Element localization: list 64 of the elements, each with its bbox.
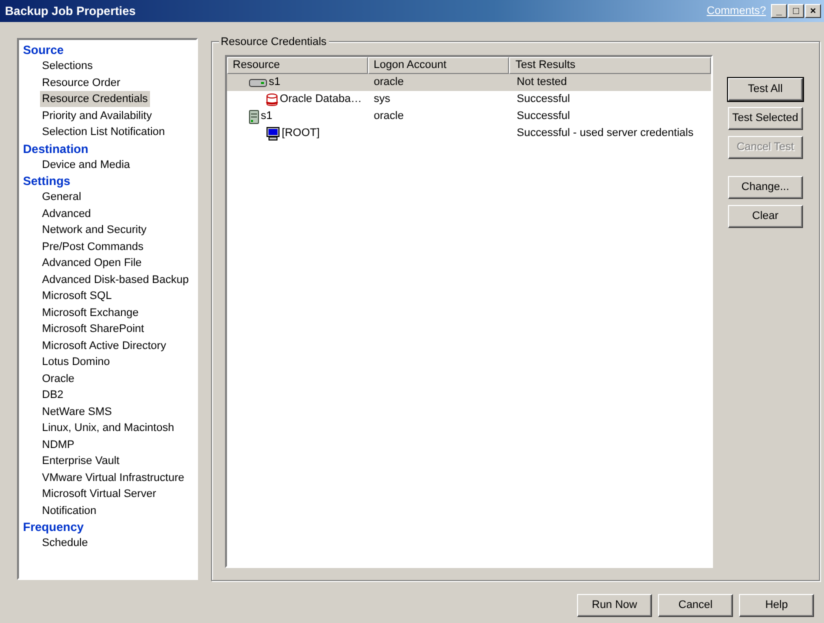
logon-account: oracle — [374, 110, 404, 122]
sidebar-item[interactable]: Lotus Domino — [40, 354, 112, 370]
run-now-button[interactable]: Run Now — [577, 594, 652, 617]
action-button[interactable]: Clear — [728, 205, 803, 228]
test-result: Successful — [516, 110, 570, 122]
sidebar-section-title: Source — [23, 42, 65, 58]
resource-name: s1 — [268, 75, 280, 90]
sidebar-item[interactable]: Enterprise Vault — [40, 453, 122, 469]
sidebar-item[interactable]: Microsoft SQL — [40, 288, 114, 304]
sidebar-item[interactable]: Microsoft Virtual Server — [40, 486, 158, 502]
sidebar-item[interactable]: Advanced Disk-based Backup — [40, 272, 191, 288]
logon-account: oracle — [374, 76, 404, 88]
sidebar-section-title: Frequency — [23, 519, 85, 535]
database-icon — [266, 92, 278, 106]
sidebar-item[interactable]: DB2 — [40, 387, 66, 403]
action-button[interactable]: Test All — [728, 78, 803, 101]
test-result: Not tested — [516, 76, 567, 88]
sidebar-item[interactable]: Schedule — [40, 535, 90, 551]
sidebar-section-title: Destination — [23, 140, 90, 156]
sidebar-item[interactable]: Device and Media — [40, 156, 132, 172]
resource-name: Oracle Databa… — [280, 92, 362, 107]
logon-account: sys — [374, 93, 390, 105]
computer-icon — [266, 126, 280, 140]
sidebar-item[interactable]: Microsoft Exchange — [40, 304, 141, 320]
sidebar-item[interactable]: Advanced Open File — [40, 255, 144, 271]
maximize-button[interactable]: □ — [788, 4, 804, 18]
help-button[interactable]: Help — [739, 594, 814, 617]
window-title: Backup Job Properties — [5, 3, 137, 20]
action-button[interactable]: Change... — [728, 176, 803, 199]
sidebar-item[interactable]: Microsoft SharePoint — [40, 321, 146, 337]
test-result: Successful — [516, 93, 570, 105]
sidebar-section-title: Settings — [23, 173, 72, 189]
sidebar-item[interactable]: Resource Order — [40, 74, 122, 90]
sidebar-item[interactable]: Oracle — [40, 370, 76, 386]
close-button[interactable]: × — [805, 4, 821, 18]
column-header[interactable]: Test Results — [509, 57, 711, 74]
cancel-button[interactable]: Cancel — [658, 594, 733, 617]
sidebar-item[interactable]: NDMP — [40, 436, 76, 452]
sidebar-item[interactable]: Selection List Notification — [40, 124, 167, 140]
sidebar-item[interactable]: Pre/Post Commands — [40, 238, 146, 254]
tree-row[interactable]: s1 oracle Successful — [226, 108, 711, 125]
resource-name: [ROOT] — [282, 126, 320, 141]
tree-row[interactable]: s1 oracle Not tested — [226, 74, 711, 91]
sidebar-item[interactable]: NetWare SMS — [40, 404, 114, 420]
server-icon — [248, 110, 259, 124]
sidebar-item[interactable]: Selections — [40, 58, 95, 74]
test-result: Successful - used server credentials — [516, 127, 694, 139]
sidebar-item[interactable]: Resource Credentials — [40, 91, 150, 107]
sidebar-item[interactable]: Network and Security — [40, 222, 149, 238]
action-button[interactable]: Test Selected — [728, 107, 803, 130]
column-header[interactable]: Resource — [226, 57, 368, 74]
sidebar-item[interactable]: VMware Virtual Infrastructure — [40, 470, 186, 486]
host-icon — [248, 78, 267, 88]
sidebar-item[interactable]: Linux, Unix, and Macintosh — [40, 420, 176, 436]
sidebar-item[interactable]: Priority and Availability — [40, 108, 154, 124]
sidebar-item[interactable]: Microsoft Active Directory — [40, 338, 168, 354]
resource-name: s1 — [260, 109, 272, 124]
sidebar-item[interactable]: Advanced — [40, 206, 93, 222]
sidebar-item[interactable]: Notification — [40, 502, 98, 518]
column-header[interactable]: Logon Account — [368, 57, 510, 74]
tree-row[interactable]: [ROOT] Successful - used server credentials — [226, 125, 711, 142]
tree-row[interactable]: Oracle Databa… sys Successful — [226, 91, 711, 108]
sidebar-item[interactable]: General — [40, 189, 84, 205]
minimize-button[interactable]: _ — [771, 4, 787, 18]
